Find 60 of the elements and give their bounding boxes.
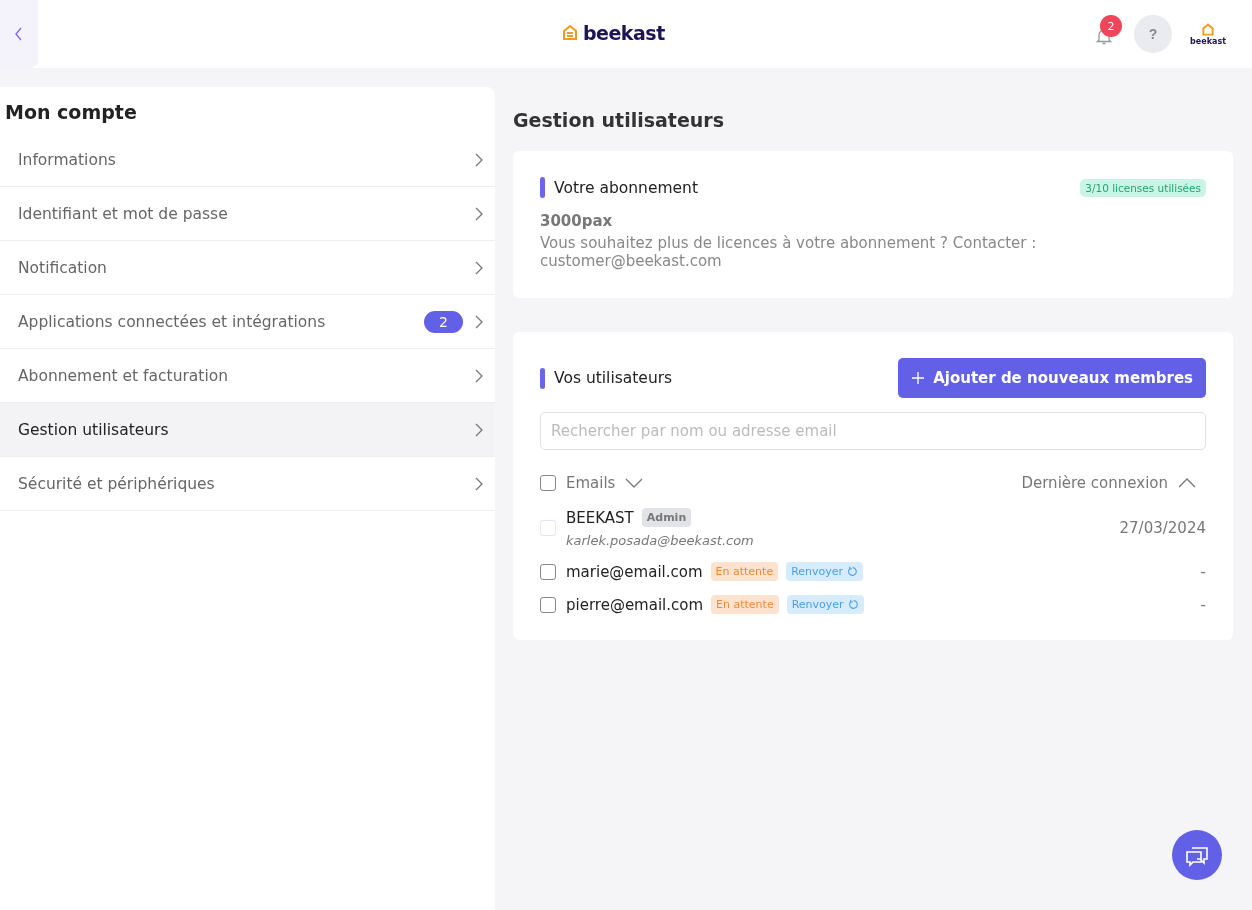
sidebar-item[interactable]: Gestion utilisateurs bbox=[0, 403, 495, 457]
chevron-right-icon bbox=[475, 206, 483, 221]
chevron-right-icon bbox=[475, 260, 483, 275]
account-logo-text: beekast bbox=[1190, 36, 1226, 46]
subscription-note: Vous souhaitez plus de licences à votre abonnement ? Contacter : customer@beekast.com bbox=[540, 234, 1038, 270]
notification-count: 2 bbox=[1100, 15, 1123, 37]
sidebar-item-label: Identifiant et mot de passe bbox=[18, 204, 229, 223]
accent-bar bbox=[540, 367, 545, 389]
chevron-right-icon bbox=[475, 422, 483, 437]
logo-icon bbox=[561, 24, 579, 42]
plan-name: 3000pax bbox=[540, 212, 614, 230]
sidebar-item-label: Informations bbox=[18, 150, 117, 169]
chevron-up-icon[interactable] bbox=[1178, 478, 1196, 488]
last-login-date: 27/03/2024 bbox=[1119, 519, 1206, 537]
count-badge: 2 bbox=[424, 310, 463, 333]
sidebar-item[interactable]: Notification bbox=[0, 241, 495, 295]
select-all-checkbox[interactable] bbox=[540, 475, 556, 491]
sidebar-title: Mon compte bbox=[4, 100, 138, 125]
sidebar-item-label: Abonnement et facturation bbox=[18, 366, 230, 385]
user-name: BEEKAST bbox=[566, 508, 634, 527]
user-email: karlek.posada@beekast.com bbox=[566, 533, 755, 548]
card-title: Votre abonnement bbox=[554, 178, 699, 197]
sidebar-item[interactable]: Identifiant et mot de passe bbox=[0, 187, 495, 241]
logo-text: beekast bbox=[583, 22, 665, 44]
status-tag: En attente bbox=[711, 595, 779, 614]
page-title: Gestion utilisateurs bbox=[513, 109, 726, 131]
user-name: pierre@email.com bbox=[566, 595, 704, 614]
status-tag: En attente bbox=[710, 562, 779, 581]
chevron-down-icon[interactable] bbox=[625, 478, 644, 488]
add-members-button[interactable]: Ajouter de nouveaux membres bbox=[898, 358, 1206, 398]
row-checkbox[interactable] bbox=[540, 563, 556, 580]
last-login-date: - bbox=[1200, 595, 1206, 614]
refresh-icon bbox=[847, 599, 859, 610]
sidebar-item[interactable]: Informations bbox=[0, 133, 495, 187]
row-checkbox[interactable] bbox=[540, 596, 556, 613]
license-count: 3/10 licenses utilisées bbox=[1080, 178, 1206, 197]
chevron-left-icon bbox=[14, 27, 24, 41]
chat-button[interactable] bbox=[1172, 830, 1222, 880]
sidebar-item[interactable]: Sécurité et périphériques bbox=[0, 457, 495, 511]
refresh-icon bbox=[847, 566, 859, 577]
help-button[interactable]: ? bbox=[1134, 15, 1173, 53]
chevron-right-icon bbox=[475, 152, 483, 167]
plus-icon bbox=[911, 371, 926, 385]
sidebar-item-label: Sécurité et périphériques bbox=[18, 474, 216, 493]
chevron-right-icon bbox=[475, 314, 483, 329]
user-name: marie@email.com bbox=[566, 562, 703, 581]
emails-column-header[interactable]: Emails bbox=[566, 474, 616, 492]
sidebar-item[interactable]: Applications connectées et intégrations 2 bbox=[0, 295, 495, 349]
role-tag: Admin bbox=[641, 508, 692, 527]
sidebar-item-label: Notification bbox=[18, 258, 108, 277]
card-title: Vos utilisateurs bbox=[554, 369, 674, 387]
sidebar-item-label: Applications connectées et intégrations bbox=[18, 312, 327, 331]
sidebar-item-label: Gestion utilisateurs bbox=[18, 420, 170, 439]
last-login-date: - bbox=[1200, 562, 1206, 581]
account-logo-icon bbox=[1201, 22, 1216, 37]
search-field[interactable]: Rechercher par nom ou adresse email bbox=[540, 412, 1206, 450]
accent-bar bbox=[540, 177, 545, 198]
last-login-column-header[interactable]: Dernière connexion bbox=[1021, 474, 1168, 492]
chevron-right-icon bbox=[475, 368, 483, 383]
chevron-right-icon bbox=[475, 476, 483, 491]
